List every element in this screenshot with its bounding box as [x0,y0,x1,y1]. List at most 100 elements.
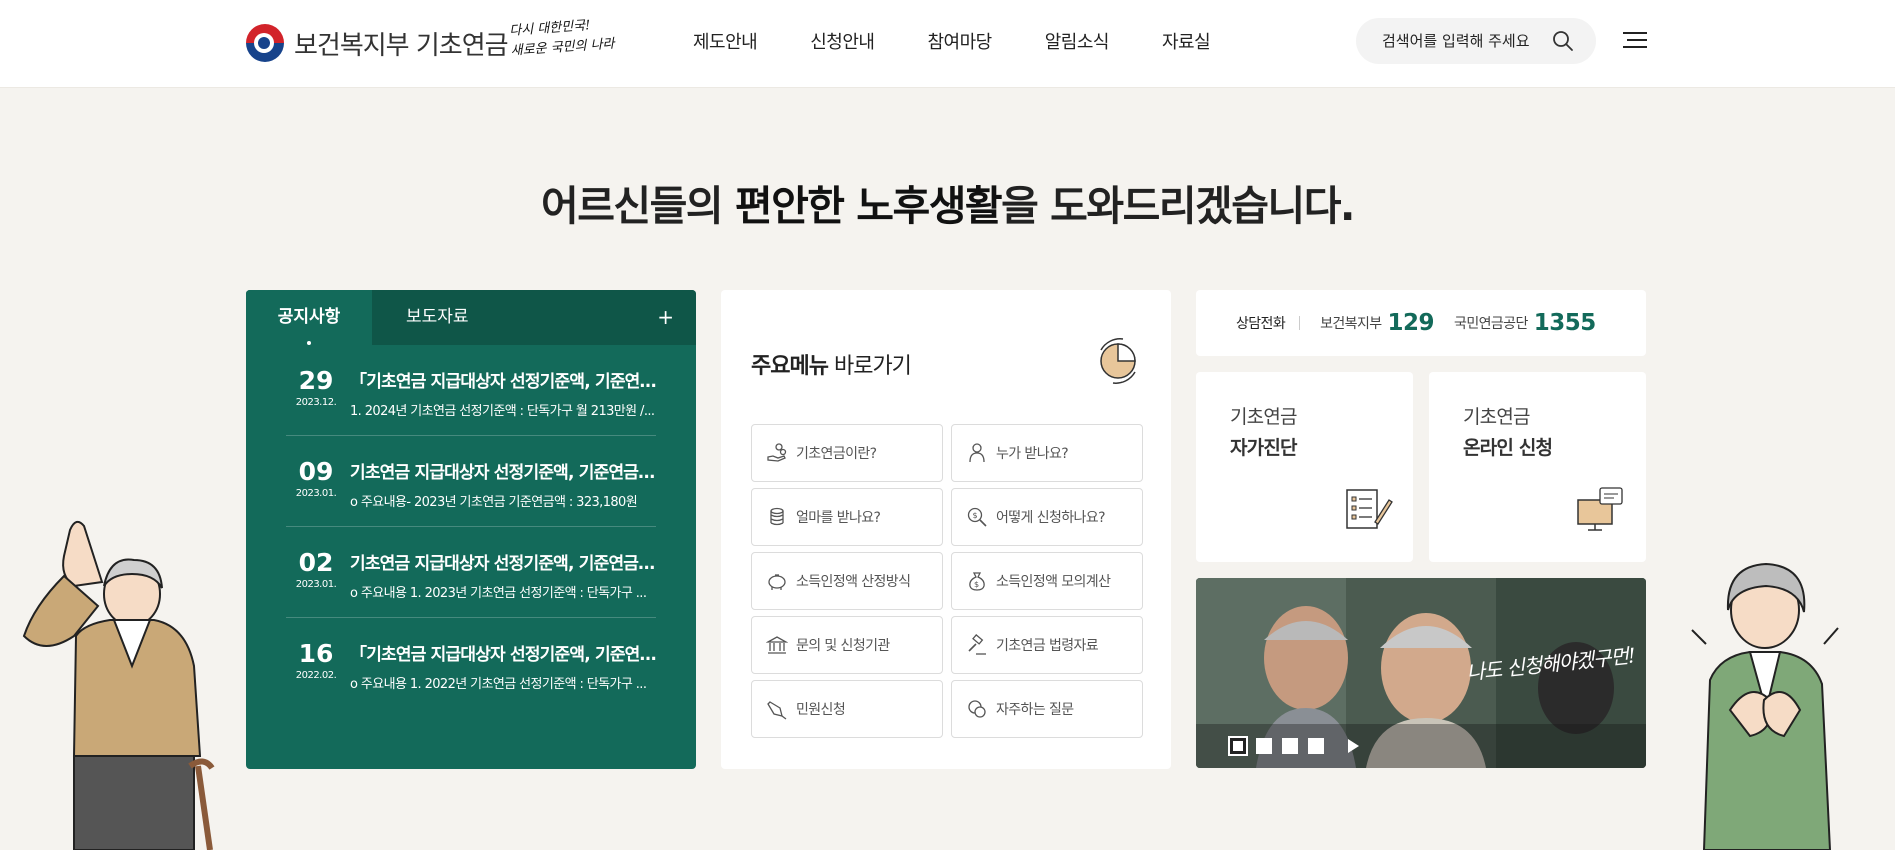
piggy-bank-icon [768,574,786,590]
site-header: 보건복지부 기초연금 다시 대한민국! 새로운 국민의 나라 제도안내 신청안내… [0,0,1895,88]
more-plus-icon[interactable]: + [657,290,674,345]
org-mohw: 보건복지부 [1320,316,1382,332]
quick-income-calc[interactable]: $ 소득인정액 모의계산 [951,552,1143,610]
nav-item-application[interactable]: 신청안내 [810,28,875,54]
main-nav: 제도안내 신청안내 참여마당 알림소식 자료실 [693,28,1263,54]
notice-list: 29 2023.12. 「기초연금 지급대상자 선정기준액, 기준연금액... … [246,345,696,709]
tab-notices[interactable]: 공지사항 [246,290,372,345]
promo-banner[interactable]: 나도 신청해야겠구먼! [1196,578,1646,768]
hero-bold: 편안한 노후생활 [734,182,1003,230]
quick-how-to-apply[interactable]: $ 어떻게 신청하나요? [951,488,1143,546]
notice-title[interactable]: 「기초연금 지급대상자 선정기준액, 기준연금액... [350,367,656,392]
hero-prefix: 어르신들의 [540,182,735,230]
pie-chart-deco-icon [1100,338,1136,384]
nav-item-news[interactable]: 알림소식 [1045,28,1110,54]
quick-menu-panel: 주요메뉴 바로가기 기초연금이란? 누가 받나요? 얼마를 받나요? $ 어떻게… [721,290,1171,769]
online-application-card[interactable]: 기초연금 온라인 신청 [1429,372,1646,562]
card-line1: 기초연금 [1230,406,1298,428]
taegeuk-logo-icon [246,24,284,62]
svg-text:$: $ [973,511,978,520]
elderly-woman-clapping-illustration [1691,562,1839,850]
quick-menu-title: 주요메뉴 바로가기 [751,348,912,380]
quick-label: 어떻게 신청하나요? [996,510,1106,526]
search-icon[interactable] [1552,30,1574,52]
quick-inquiry-agency[interactable]: 문의 및 신청기관 [751,616,943,674]
card-line2: 온라인 신청 [1463,437,1553,459]
quick-who-receives[interactable]: 누가 받나요? [951,424,1143,482]
notice-date: 29 2023.12. [286,367,346,435]
elderly-man-waving-illustration [22,520,215,850]
coins-hand-icon [767,443,787,462]
slide-dot-1[interactable] [1228,736,1248,756]
hamburger-menu-icon[interactable] [1623,30,1647,50]
notice-date: 09 2023.01. [286,458,346,526]
notice-body: 「기초연금 지급대상자 선정기준액, 기준연금액... 1. 2024년 기초연… [350,367,656,435]
money-bag-icon: $ [969,572,985,591]
slide-dot-4[interactable] [1308,738,1324,754]
phone-number-1355[interactable]: 1355 [1534,310,1597,336]
quick-civil-petition[interactable]: 민원신청 [751,680,943,738]
coin-stack-icon [770,507,784,526]
tab-press[interactable]: 보도자료 [372,290,469,345]
notice-title[interactable]: 「기초연금 지급대상자 선정기준액, 기준연금... [350,640,656,665]
hero-suffix: 을 도와드리겠습니다. [1001,182,1355,230]
quick-label: 자주하는 질문 [996,702,1074,718]
quick-label: 누가 받나요? [996,446,1069,462]
logo-text: 보건복지부 기초연금 [294,30,509,61]
nav-item-participation[interactable]: 참여마당 [928,28,993,54]
self-diagnosis-card[interactable]: 기초연금 자가진단 [1196,372,1413,562]
magnifier-money-icon: $ [967,507,987,527]
quick-laws[interactable]: 기초연금 법령자료 [951,616,1143,674]
notice-date: 16 2022.02. [286,640,346,709]
notice-panel: 공지사항 보도자료 + 29 2023.12. 「기초연금 지급대상자 선정기준… [246,290,696,769]
notice-day: 09 [298,457,334,486]
notice-desc: o 주요내용 1. 2022년 기초연금 선정기준액 : 단독가구 ... [350,677,647,692]
computer-chat-icon [1577,487,1623,531]
notice-day: 29 [298,366,334,395]
card-line1: 기초연금 [1463,406,1531,428]
notice-desc: 1. 2024년 기초연금 선정기준액 : 단독가구 월 213만원 /... [350,404,655,419]
notice-title[interactable]: 기초연금 지급대상자 선정기준액, 기준연금액... [350,458,656,483]
notice-year-month: 2023.12. [295,397,337,408]
notice-body: 기초연금 지급대상자 선정기준액, 기준연금액... o 주요내용- 2023년… [350,458,656,526]
notice-item[interactable]: 29 2023.12. 「기초연금 지급대상자 선정기준액, 기준연금액... … [286,345,656,436]
site-logo[interactable]: 보건복지부 기초연금 [246,24,509,62]
card-line2: 자가진단 [1230,437,1298,459]
notice-date: 02 2023.01. [286,549,346,617]
quick-faq[interactable]: 자주하는 질문 [951,680,1143,738]
notice-item[interactable]: 16 2022.02. 「기초연금 지급대상자 선정기준액, 기준연금... o… [286,618,656,709]
notice-desc: o 주요내용 1. 2023년 기초연금 선정기준액 : 단독가구 ... [350,586,647,601]
search-input[interactable] [1382,32,1542,50]
consultation-phone: 상담전화 보건복지부 129 국민연금공단 1355 [1196,290,1646,356]
banner-controls [1196,724,1646,768]
notice-item[interactable]: 02 2023.01. 기초연금 지급대상자 선정기준액, 기준연금액... o… [286,527,656,618]
notice-item[interactable]: 09 2023.01. 기초연금 지급대상자 선정기준액, 기준연금액... o… [286,436,656,527]
notice-body: 기초연금 지급대상자 선정기준액, 기준연금액... o 주요내용 1. 202… [350,549,656,617]
play-icon[interactable] [1348,739,1359,753]
notice-day: 16 [298,639,334,668]
quick-what-is[interactable]: 기초연금이란? [751,424,943,482]
notice-year-month: 2023.01. [295,579,337,590]
phone-number-129[interactable]: 129 [1388,310,1435,336]
slide-dot-2[interactable] [1256,738,1272,754]
quick-menu-grid: 기초연금이란? 누가 받나요? 얼마를 받나요? $ 어떻게 신청하나요? 소득… [751,424,1143,738]
notice-tabs: 공지사항 보도자료 + [246,290,696,345]
slide-dot-3[interactable] [1282,738,1298,754]
notice-title[interactable]: 기초연금 지급대상자 선정기준액, 기준연금액... [350,549,656,574]
quick-income-method[interactable]: 소득인정액 산정방식 [751,552,943,610]
quick-label: 문의 및 신청기관 [796,638,890,654]
quick-label: 민원신청 [796,702,846,718]
gavel-icon [968,634,986,655]
notice-year-month: 2022.02. [295,670,337,681]
search-box [1356,18,1596,64]
divider [1299,316,1301,330]
org-nps: 국민연금공단 [1454,316,1528,332]
nav-item-library[interactable]: 자료실 [1162,28,1211,54]
slogan: 다시 대한민국! 새로운 국민의 나라 [509,14,622,62]
quick-how-much[interactable]: 얼마를 받나요? [751,488,943,546]
notice-desc: o 주요내용- 2023년 기초연금 기준연금액 : 323,180원 [350,495,638,510]
nav-item-system[interactable]: 제도안내 [693,28,758,54]
hero-title: 어르신들의 편안한 노후생활을 도와드리겠습니다. [0,172,1895,232]
quick-label: 얼마를 받나요? [796,510,881,526]
quick-title-bold: 주요메뉴 [751,354,829,379]
